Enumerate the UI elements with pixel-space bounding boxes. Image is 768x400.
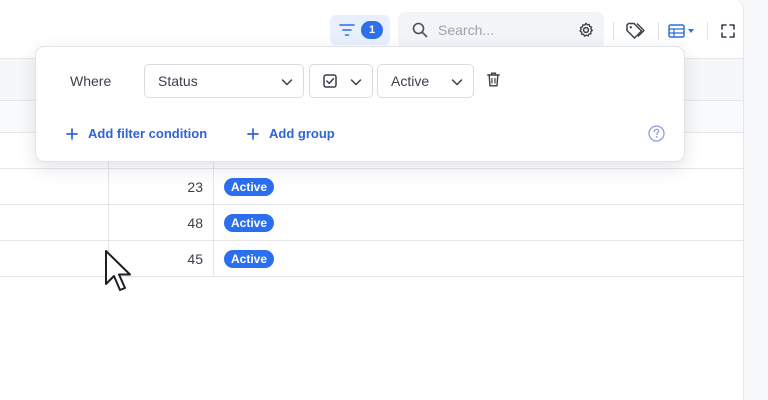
value-select[interactable]: Active [377,64,474,98]
status-cell[interactable]: Active [214,205,743,240]
plus-icon [247,127,259,140]
search-box[interactable] [398,12,604,48]
status-badge: Active [224,177,275,196]
fullscreen-icon [721,24,735,38]
checkbox-icon [323,74,337,88]
number-cell[interactable]: 48 [109,205,214,240]
chevron-down-icon [451,79,463,86]
status-badge: Active [224,213,275,232]
tag-button[interactable] [625,20,645,42]
add-group-label: Add group [269,126,335,141]
app-background: 23 Active 48 Active 45 Active 1 Search..… [0,0,768,400]
status-cell[interactable]: Active [214,241,743,276]
plus-icon [66,127,78,140]
tag-icon [626,22,645,39]
search-icon [412,22,428,38]
number-cell[interactable]: 23 [109,169,214,204]
status-cell[interactable]: Active [214,169,743,204]
table-cell[interactable] [0,205,109,240]
value-select-value: Active [391,73,430,89]
search-input[interactable] [438,22,578,38]
chevron-down-icon [350,79,362,86]
filter-count-badge: 1 [361,21,383,39]
toolbar-divider [707,22,708,40]
help-icon[interactable] [648,125,665,142]
filter-icon [339,24,355,36]
view-menu-button[interactable] [668,20,696,42]
add-filter-condition-button[interactable]: Add filter condition [66,126,207,141]
mouse-pointer-icon [105,250,131,291]
add-group-button[interactable]: Add group [247,126,335,141]
fullscreen-button[interactable] [720,20,736,42]
filter-popover: Where Status Active Add filter condition… [35,46,685,162]
operator-select[interactable] [309,64,373,98]
table-cell[interactable] [0,169,109,204]
table-row[interactable]: 48 Active [0,205,743,241]
table-row[interactable]: 23 Active [0,169,743,205]
filter-button[interactable]: 1 [330,15,390,45]
field-select-value: Status [158,73,198,89]
gear-icon[interactable] [578,22,594,38]
toolbar: 1 [0,10,768,50]
field-select[interactable]: Status [144,64,304,98]
toolbar-divider [613,22,614,40]
toolbar-divider [658,22,659,40]
table-cell[interactable] [0,241,109,276]
chevron-down-icon [281,79,293,86]
table-view-icon [668,24,694,38]
trash-icon[interactable] [487,72,500,87]
where-label: Where [70,73,112,89]
status-badge: Active [224,249,275,268]
add-filter-condition-label: Add filter condition [88,126,208,141]
